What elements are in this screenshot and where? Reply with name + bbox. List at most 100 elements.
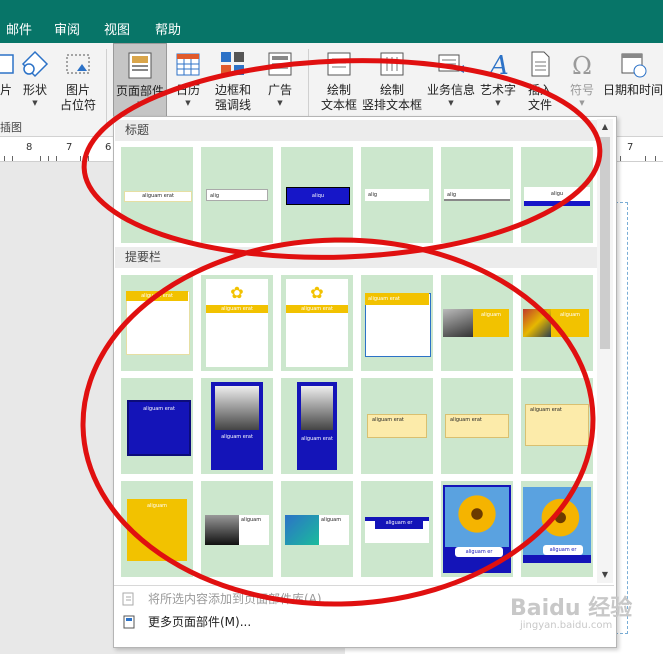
- gallery-thumbnail[interactable]: aliguam erat: [201, 378, 273, 474]
- gallery-thumbnail[interactable]: aliguam er: [361, 481, 433, 577]
- thumbnail-text: aliguam erat: [525, 404, 589, 446]
- gallery-thumbnail[interactable]: aliguam: [441, 275, 513, 371]
- ribbon-draw-textbox-label2: 文本框: [320, 98, 357, 112]
- ribbon-ads-button[interactable]: 广告 ▼: [262, 43, 298, 119]
- ribbon-borders-label2: 强调线: [214, 98, 251, 112]
- gallery-thumbnail[interactable]: aliguam erat: [121, 378, 193, 474]
- thumbnail-text: aliguam er: [543, 545, 583, 555]
- thumbnail-text: aliguam erat: [301, 436, 333, 442]
- scrollbar-thumb[interactable]: [600, 137, 610, 349]
- chevron-down-icon: ▼: [448, 99, 454, 107]
- watermark-logo: Baidu 经验: [510, 596, 633, 621]
- ribbon-draw-textbox-label: 绘制: [326, 83, 351, 97]
- ribbon-business-info-button[interactable]: 业务信息 ▼: [426, 43, 476, 119]
- ribbon-calendar-label: 日历: [175, 83, 200, 97]
- ribbon-vertical-textbox-label2: 竖排文本框: [361, 98, 422, 112]
- thumbnail-text: aliguam: [319, 515, 349, 545]
- thumbnail-text: alig: [206, 189, 268, 201]
- more-parts-icon: [123, 615, 135, 629]
- butterfly-icon: ✿: [310, 283, 324, 302]
- ribbon-picture-placeholder-label2: 占位符: [59, 98, 96, 112]
- gallery-thumbnail[interactable]: aliguam erat: [361, 378, 433, 474]
- ribbon-date-time-label: 日期和时间: [603, 83, 663, 97]
- gallery-thumbnail[interactable]: aliguam: [121, 481, 193, 577]
- thumbnail-text: alig: [365, 189, 429, 201]
- thumbnail-text: aliguam er: [455, 547, 503, 557]
- scroll-up-icon[interactable]: ▲: [599, 121, 611, 133]
- gallery-scrollbar[interactable]: ▲ ▼: [597, 119, 613, 583]
- gallery-thumbnail[interactable]: aliguam er: [441, 481, 513, 577]
- gallery-thumbnail[interactable]: aliguam: [201, 481, 273, 577]
- ribbon-page-parts-button[interactable]: 页面部件 ▼: [113, 43, 167, 119]
- ribbon-calendar-button[interactable]: 日历 ▼: [170, 43, 206, 119]
- gallery-thumbnail[interactable]: aliqu: [281, 147, 353, 243]
- chevron-down-icon: ▼: [277, 99, 283, 107]
- ribbon-group-label: 插图: [0, 121, 22, 134]
- ribbon-picture-placeholder-button[interactable]: 图片 占位符: [58, 43, 98, 119]
- ribbon-business-info-label: 业务信息: [426, 83, 475, 97]
- ribbon-borders-button[interactable]: 边框和 强调线: [208, 43, 258, 119]
- chevron-down-icon: ▼: [32, 99, 38, 107]
- gallery-thumbnail[interactable]: alig: [361, 147, 433, 243]
- ribbon-wordart-button[interactable]: A 艺术字 ▼: [478, 43, 518, 119]
- thumbnail-text: aliguam: [473, 309, 509, 337]
- gallery-thumbnail[interactable]: alig: [441, 147, 513, 243]
- ribbon-picture-button[interactable]: 片: [0, 43, 16, 119]
- gallery-thumbnail[interactable]: alig: [201, 147, 273, 243]
- date-time-icon: [621, 53, 647, 78]
- scroll-down-icon[interactable]: ▼: [599, 569, 611, 581]
- ribbon-date-time-button[interactable]: 日期和时间: [603, 43, 663, 119]
- ribbon-symbol-label: 符号: [569, 83, 594, 97]
- ribbon-insert-file-button[interactable]: 插入 文件: [520, 43, 560, 119]
- chevron-down-icon: ▼: [185, 99, 191, 107]
- ribbon-borders-label: 边框和: [214, 83, 251, 97]
- photo-image: [285, 515, 319, 545]
- gallery-thumbnail[interactable]: aliguam er: [521, 481, 593, 577]
- photo-image: [205, 515, 239, 545]
- sunflower-image: [445, 487, 509, 547]
- page-parts-icon: [128, 52, 152, 79]
- ribbon-ads-label: 广告: [267, 83, 292, 97]
- ruler-number: 8: [26, 142, 33, 153]
- thumbnail-text: aliguam: [127, 499, 187, 561]
- ribbon-page-parts-label: 页面部件: [115, 84, 164, 98]
- picture-placeholder-icon: [66, 54, 90, 74]
- thumbnail-text: aliguam: [551, 309, 589, 337]
- menu-bar: 邮件 审阅 视图 帮助: [0, 0, 663, 43]
- gallery-thumbnail[interactable]: aliguam: [281, 481, 353, 577]
- gallery-thumbnail[interactable]: aliguam erat: [121, 147, 193, 243]
- section-header-titles: 标题: [115, 120, 597, 141]
- gallery-thumbnail[interactable]: aliguam erat: [121, 275, 193, 371]
- page-parts-gallery: 标题 aliguam erat alig aliqu alig alig ali…: [113, 116, 617, 648]
- tab-mailings[interactable]: 邮件: [6, 19, 32, 38]
- thumbnail-text: aliqu: [286, 187, 350, 205]
- ribbon-insert-file-label2: 文件: [527, 98, 552, 112]
- ribbon-shapes-button[interactable]: 形状 ▼: [18, 43, 52, 119]
- gallery-thumbnail[interactable]: aligu: [521, 147, 593, 243]
- ribbon-vertical-textbox-button[interactable]: 绘制 竖排文本框: [360, 43, 424, 119]
- gallery-thumbnail[interactable]: aliguam erat: [521, 378, 593, 474]
- gallery-thumbnail[interactable]: ✿ aliguam erat: [281, 275, 353, 371]
- ribbon-symbol-button[interactable]: Ω 符号 ▼: [562, 43, 602, 119]
- gallery-thumbnail[interactable]: aliguam erat: [281, 378, 353, 474]
- thumbnail-text: aliguam erat: [206, 305, 268, 313]
- chevron-down-icon: ▼: [137, 100, 143, 108]
- gallery-thumbnail[interactable]: aliguam: [521, 275, 593, 371]
- ruler-number: 6: [105, 142, 112, 153]
- tab-review[interactable]: 审阅: [54, 19, 80, 38]
- ribbon-wordart-label: 艺术字: [479, 83, 516, 97]
- thumbnail-text: aliguam erat: [445, 414, 509, 438]
- thumbnail-text: aliguam erat: [127, 400, 191, 456]
- ribbon-draw-textbox-button[interactable]: 绘制 文本框: [318, 43, 360, 119]
- thumbnail-text: aliguam erat: [124, 191, 192, 202]
- tab-help[interactable]: 帮助: [155, 19, 181, 38]
- gallery-thumbnail[interactable]: aliguam erat: [361, 275, 433, 371]
- ribbon-shapes-label: 形状: [22, 83, 47, 97]
- tab-view[interactable]: 视图: [104, 19, 130, 38]
- gallery-thumbnail[interactable]: ✿ aliguam erat: [201, 275, 273, 371]
- gallery-thumbnail[interactable]: aliguam erat: [441, 378, 513, 474]
- borders-icon: [221, 52, 244, 75]
- shapes-icon: [21, 50, 49, 78]
- svg-text:Ω: Ω: [572, 52, 592, 79]
- chevron-down-icon: ▼: [495, 99, 501, 107]
